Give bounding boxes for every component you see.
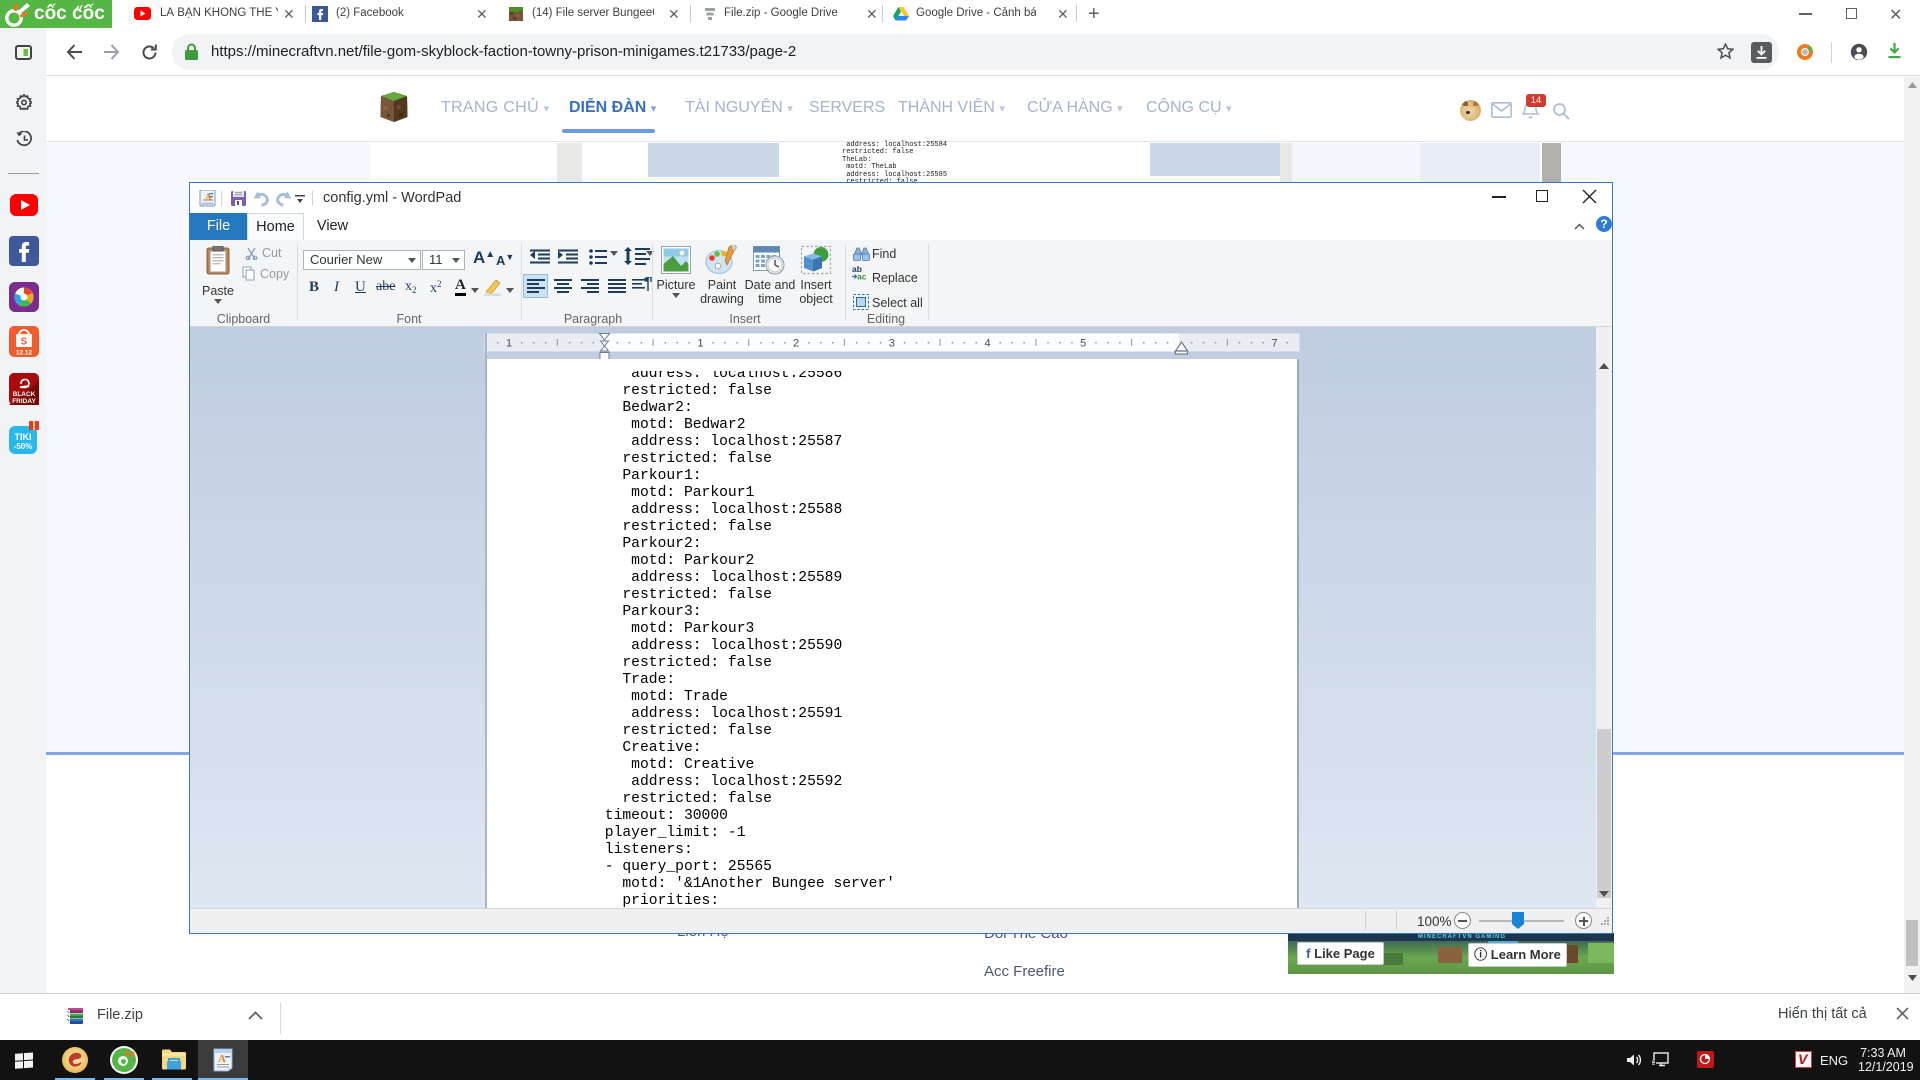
- svg-text:12.12: 12.12: [16, 350, 33, 357]
- svg-text:-50%: -50%: [14, 442, 33, 451]
- svg-text:5: 5: [1080, 338, 1086, 350]
- svg-text:1: 1: [506, 338, 512, 350]
- svg-text:TIKI: TIKI: [15, 432, 32, 442]
- svg-text:BLACK: BLACK: [13, 391, 36, 398]
- svg-text:A: A: [218, 1053, 226, 1065]
- svg-text:1: 1: [697, 338, 703, 350]
- svg-text:3: 3: [889, 338, 895, 350]
- svg-text:FRIDAY: FRIDAY: [12, 398, 36, 405]
- svg-text:7: 7: [1272, 338, 1278, 350]
- svg-text:2: 2: [793, 338, 799, 350]
- svg-text:4: 4: [984, 338, 990, 350]
- svg-text:ac: ac: [857, 272, 867, 281]
- svg-text:S: S: [21, 337, 28, 348]
